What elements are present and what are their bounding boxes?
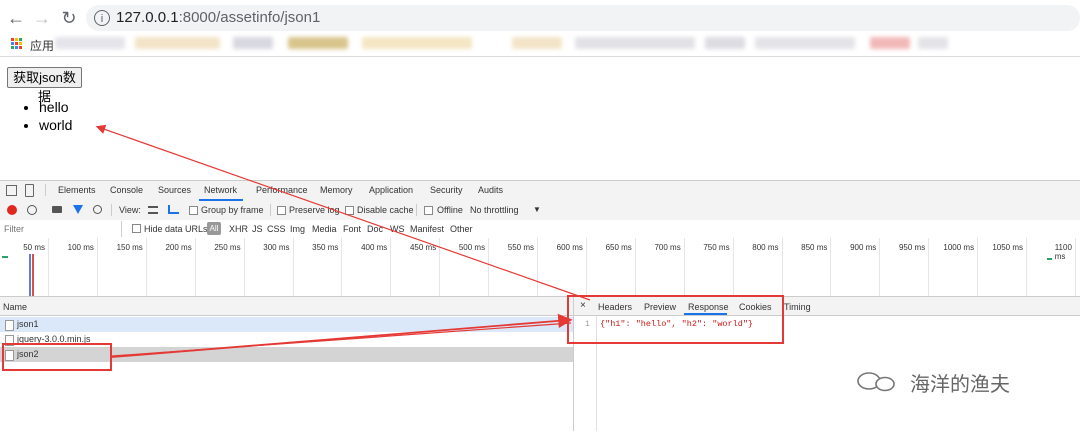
arrow-response-to-list [95, 124, 591, 301]
watermark-text: 海洋的渔夫 [910, 374, 1010, 396]
annotation-arrows [95, 124, 591, 358]
arrow-shadow [111, 322, 572, 357]
wechat-logo-icon [857, 372, 895, 392]
